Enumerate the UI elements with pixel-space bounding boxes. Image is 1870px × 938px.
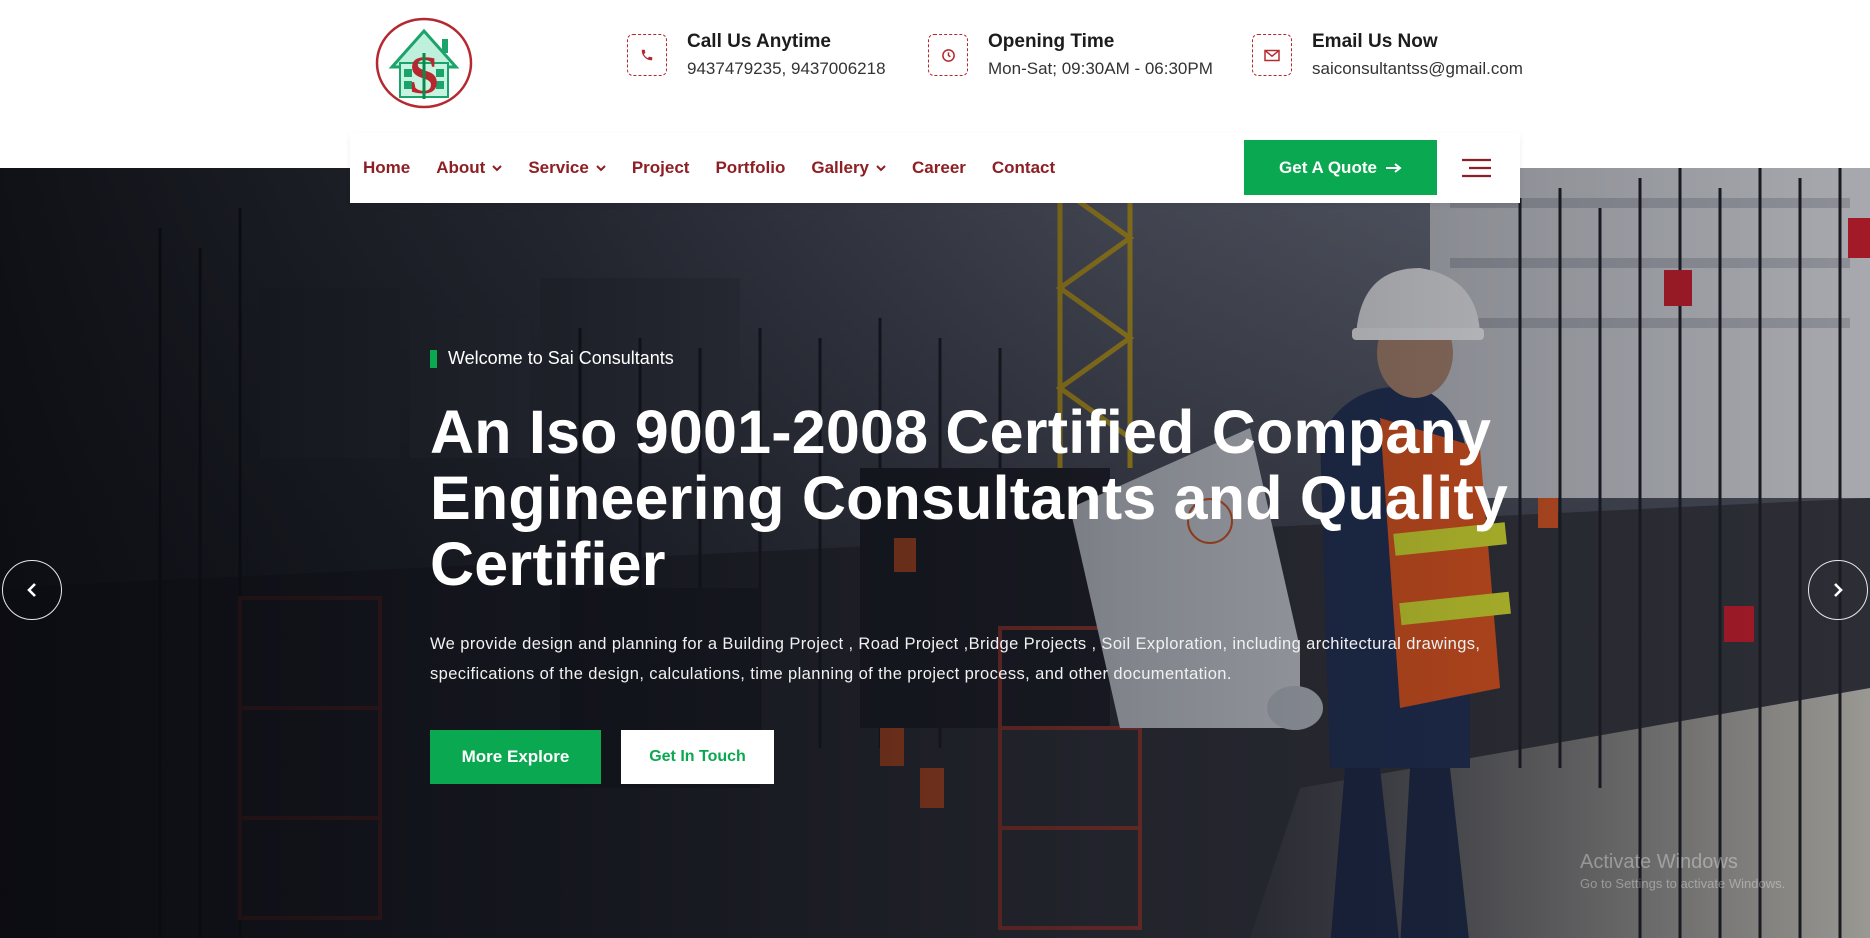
slider-next-button[interactable] — [1808, 560, 1868, 620]
main-navbar: Home About Service Project Portfolio Gal… — [350, 133, 1520, 203]
nav-item-about[interactable]: About — [436, 158, 503, 178]
email-address[interactable]: saiconsultantss@gmail.com — [1312, 57, 1523, 81]
nav-item-home[interactable]: Home — [363, 158, 410, 178]
chevron-right-icon — [1834, 583, 1843, 597]
nav-label: Career — [912, 158, 966, 177]
watermark-title: Activate Windows — [1580, 851, 1738, 873]
nav-item-contact[interactable]: Contact — [992, 158, 1055, 178]
nav-label: Service — [528, 158, 589, 177]
slider-prev-button[interactable] — [2, 560, 62, 620]
chevron-down-icon — [596, 164, 606, 172]
headline-line-2: Engineering Consultants and Quality — [430, 464, 1508, 532]
company-logo[interactable]: S — [374, 17, 474, 109]
nav-label: About — [436, 158, 486, 177]
windows-activation-watermark: Activate Windows Go to Settings to activ… — [1580, 851, 1785, 891]
phone-icon — [627, 34, 667, 76]
nav-label: Contact — [991, 158, 1056, 177]
hero-content: Welcome to Sai Consultants An Iso 9001-2… — [430, 348, 1510, 784]
contact-call: Call Us Anytime 9437479235, 9437006218 — [627, 30, 886, 81]
nav-item-gallery[interactable]: Gallery — [811, 158, 886, 178]
arrow-right-icon — [1385, 162, 1402, 173]
contact-email: Email Us Now saiconsultantss@gmail.com — [1252, 30, 1523, 81]
nav-item-project[interactable]: Project — [632, 158, 690, 178]
contact-hours: Opening Time Mon-Sat; 09:30AM - 06:30PM — [928, 30, 1213, 81]
chevron-down-icon — [492, 164, 503, 172]
hero-buttons: More Explore Get In Touch — [430, 730, 1510, 784]
chevron-left-icon — [27, 583, 36, 597]
contact-title: Call Us Anytime — [687, 31, 831, 52]
nav-menu: Home About Service Project Portfolio Gal… — [350, 133, 1081, 203]
contact-title: Email Us Now — [1312, 31, 1438, 52]
nav-label: Home — [363, 158, 411, 177]
hero-description: We provide design and planning for a Bui… — [430, 635, 1481, 683]
quote-label: Get A Quote — [1279, 157, 1377, 177]
headline-line-1: An Iso 9001-2008 Certified Company — [430, 398, 1492, 466]
contact-title: Opening Time — [988, 31, 1115, 52]
envelope-icon — [1252, 34, 1292, 76]
headline-line-3: Certifier — [430, 530, 666, 598]
nav-label: Portfolio — [715, 158, 786, 177]
opening-hours: Mon-Sat; 09:30AM - 06:30PM — [988, 59, 1213, 78]
nav-label: Project — [631, 158, 690, 177]
hero-headline: An Iso 9001-2008 Certified Company Engin… — [430, 399, 1510, 597]
watermark-subtitle: Go to Settings to activate Windows. — [1580, 876, 1786, 891]
get-in-touch-button[interactable]: Get In Touch — [621, 730, 774, 784]
nav-item-career[interactable]: Career — [912, 158, 966, 178]
chevron-down-icon — [876, 164, 886, 172]
hamburger-icon[interactable] — [1462, 157, 1491, 179]
contact-phone-numbers[interactable]: 9437479235, 9437006218 — [687, 57, 886, 81]
nav-item-service[interactable]: Service — [528, 158, 606, 178]
tagline-text: Welcome to Sai Consultants — [448, 348, 674, 368]
clock-icon — [928, 34, 968, 76]
nav-label: Gallery — [811, 158, 870, 177]
more-explore-button[interactable]: More Explore — [430, 730, 601, 784]
hero-tagline: Welcome to Sai Consultants — [430, 348, 1510, 369]
nav-item-portfolio[interactable]: Portfolio — [715, 158, 785, 178]
get-a-quote-button[interactable]: Get A Quote — [1244, 140, 1437, 195]
tagline-accent-bar — [430, 349, 437, 368]
hero-slider: Welcome to Sai Consultants An Iso 9001-2… — [0, 168, 1870, 938]
